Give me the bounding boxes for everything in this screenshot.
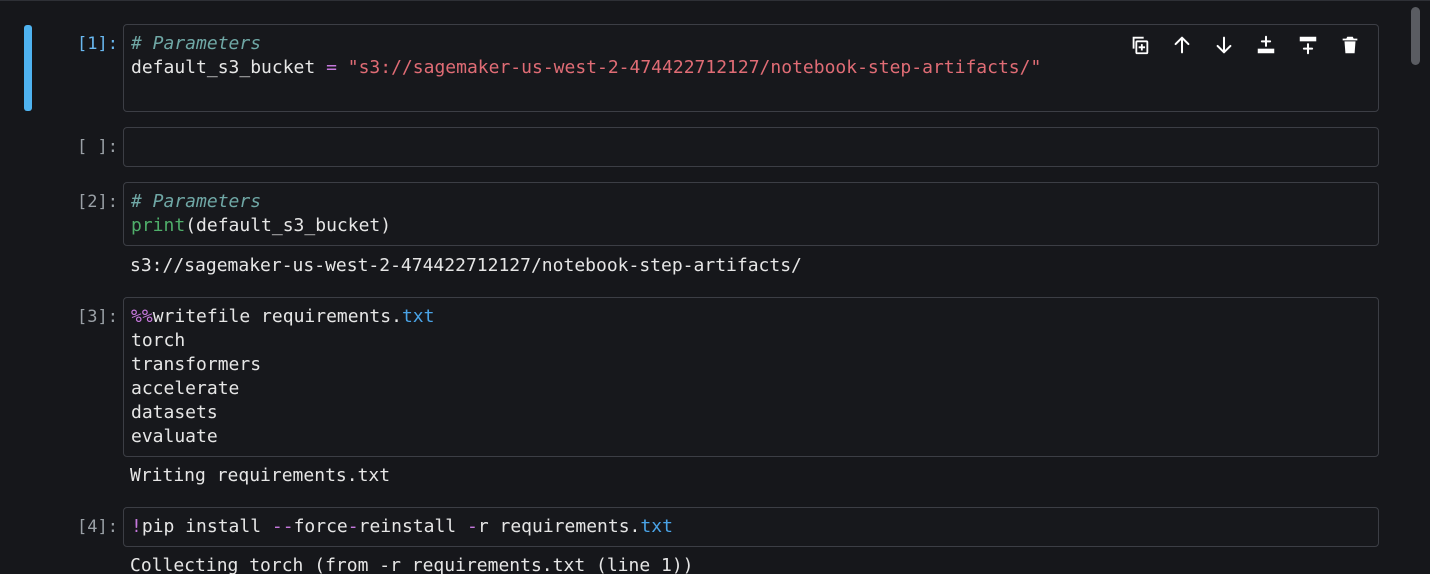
insert-cell-below-button[interactable] [1294,31,1322,59]
code-operator: - [466,516,478,537]
code-cell-editor[interactable] [123,127,1379,167]
code-line: print(default_s3_bucket) [131,214,391,238]
scrollbar-thumb[interactable] [1411,7,1420,65]
code-args: (default_s3_bucket) [185,215,392,236]
cell-prompt: [1]: [77,34,118,54]
code-variable: default_s3_bucket [131,57,316,78]
code-line: datasets [131,402,218,423]
code-cell-editor[interactable]: %%writefile requirements.txt torch trans… [123,297,1379,457]
cell-toolbar [1112,31,1364,59]
cell-output: Collecting torch (from -r requirements.t… [130,555,694,574]
code-line: transformers [131,354,262,375]
code-line: # Parameters [131,190,261,214]
code-text: r requirements. [477,516,641,537]
notebook: [1]: # Parameters default_s3_bucket = "s… [0,0,1430,574]
code-operator: = [315,57,348,78]
cell-prompt: [3]: [77,307,118,327]
active-cell-indicator[interactable] [24,25,32,111]
code-cell-editor[interactable]: !pip install --force-reinstall -r requir… [123,507,1379,547]
duplicate-cell-button[interactable] [1126,31,1154,59]
code-text: pip install [141,516,272,537]
code-line: torch [131,330,186,351]
code-builtin: print [131,215,186,236]
code-magic: %% [131,306,153,327]
move-down-icon [1216,36,1232,54]
delete-cell-button[interactable] [1336,31,1364,59]
code-operator: - [347,516,359,537]
code-string: "s3://sagemaker-us-west-2-474422712127/n… [347,57,1042,78]
code-text: writefile requirements. [152,306,402,327]
code-extension: txt [640,516,673,537]
code-operator: -- [271,516,294,537]
cell-output: Writing requirements.txt [130,465,391,486]
code-line: default_s3_bucket = "s3://sagemaker-us-w… [131,56,1041,80]
code-comment: # Parameters [131,33,262,54]
code-cell-editor[interactable]: # Parameters print(default_s3_bucket) [123,182,1379,246]
code-cell-editor[interactable]: # Parameters default_s3_bucket = "s3://s… [123,24,1379,112]
cell-output: s3://sagemaker-us-west-2-474422712127/no… [130,255,802,276]
code-extension: txt [401,306,435,327]
insert-cell-above-button[interactable] [1252,31,1280,59]
insert-below-icon [1299,36,1317,55]
code-bang: ! [131,516,142,537]
code-comment: # Parameters [131,191,262,212]
code-line: %%writefile requirements.txt [131,305,434,329]
duplicate-icon [1132,36,1149,55]
insert-above-icon [1257,35,1275,54]
delete-icon [1342,36,1358,54]
cell-prompt: [2]: [77,192,118,212]
code-text: reinstall [358,516,467,537]
code-line: evaluate [131,426,218,447]
scrollbar-track[interactable] [1408,1,1430,574]
cell-prompt: [4]: [77,517,118,537]
move-cell-down-button[interactable] [1210,31,1238,59]
code-text: force [293,516,348,537]
code-line: accelerate [131,378,240,399]
code-line: # Parameters [131,32,261,56]
code-line: !pip install --force-reinstall -r requir… [131,515,673,539]
move-cell-up-button[interactable] [1168,31,1196,59]
cell-prompt: [ ]: [77,137,118,157]
move-up-icon [1174,36,1190,54]
